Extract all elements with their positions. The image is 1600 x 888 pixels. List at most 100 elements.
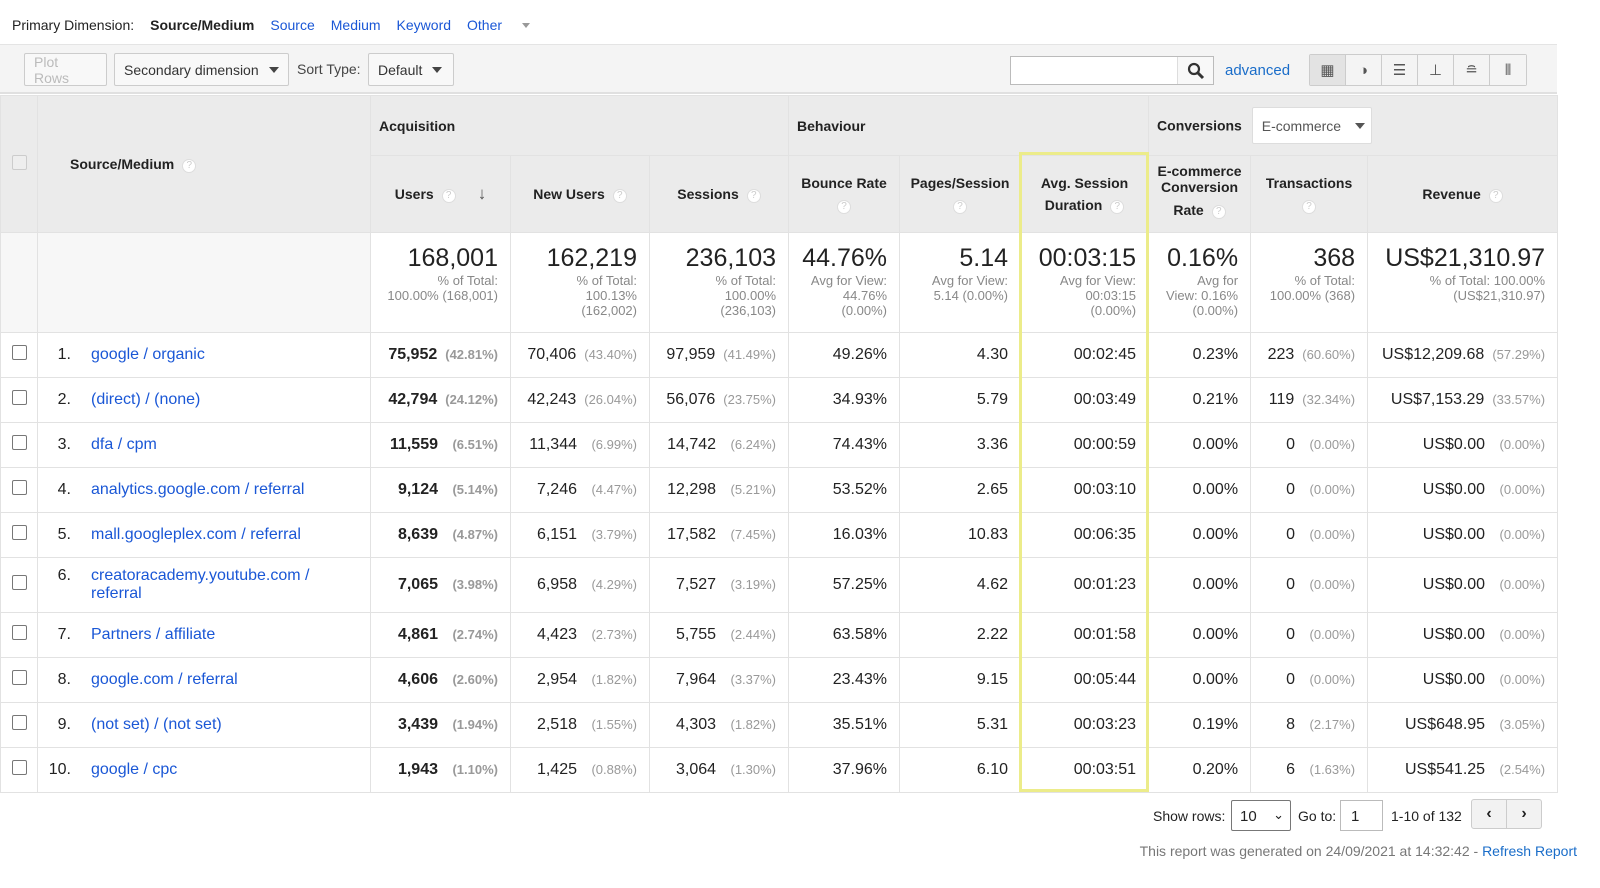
term-cloud-view-button[interactable]: ≘	[1454, 55, 1490, 85]
column-header-source-medium[interactable]: Source/Medium?	[37, 95, 371, 233]
table-search	[1010, 56, 1214, 85]
sessions-cell: 97,959 (41.49%)	[648, 332, 790, 378]
row-checkbox[interactable]	[11, 345, 27, 360]
help-icon[interactable]: ?	[182, 158, 197, 173]
transactions-value: 0	[1286, 526, 1296, 543]
row-number: 2.	[57, 391, 71, 408]
column-header-users[interactable]: Users? ↓	[370, 155, 511, 233]
percent-of-total: (0.00%)	[1499, 527, 1546, 542]
new-users-header-label: New Users	[533, 186, 605, 202]
advanced-filter-link[interactable]: advanced	[1225, 62, 1290, 79]
source-medium-link[interactable]: dfa / cpm	[91, 436, 351, 454]
select-all-checkbox[interactable]	[11, 155, 27, 170]
column-header-pages-session[interactable]: Pages/Session?	[899, 155, 1022, 233]
plot-rows-button[interactable]: Plot Rows	[24, 53, 107, 86]
help-icon[interactable]: ?	[746, 189, 761, 203]
conversion-rate-cell: 0.21%	[1148, 377, 1252, 423]
users-cell: 4,861 (2.74%)	[370, 612, 511, 658]
column-header-sessions[interactable]: Sessions?	[648, 155, 790, 233]
performance-view-button[interactable]: ☰	[1382, 55, 1418, 85]
column-header-revenue[interactable]: Revenue?	[1367, 155, 1559, 233]
row-checkbox[interactable]	[11, 760, 27, 775]
help-icon[interactable]: ?	[1110, 200, 1125, 214]
search-input[interactable]	[1011, 57, 1176, 84]
next-page-button[interactable]: ›	[1507, 800, 1541, 828]
help-icon[interactable]: ?	[1302, 200, 1317, 214]
dimension-source-link[interactable]: Source	[270, 17, 314, 33]
users-cell: 4,606 (2.60%)	[370, 657, 511, 703]
percent-of-total: (57.29%)	[1492, 347, 1546, 362]
row-checkbox[interactable]	[11, 625, 27, 640]
row-checkbox[interactable]	[11, 525, 27, 540]
avg-session-duration-cell: 00:06:35	[1020, 512, 1150, 558]
source-medium-link[interactable]: google / organic	[91, 346, 351, 364]
bounce-rate-value: 35.51%	[832, 716, 888, 733]
sort-type-dropdown[interactable]: Default	[368, 53, 454, 86]
dimension-other-dropdown[interactable]: Other	[467, 17, 531, 33]
sort-type-value: Default	[378, 61, 423, 78]
help-icon[interactable]: ?	[1211, 205, 1226, 219]
source-medium-link[interactable]: Partners / affiliate	[91, 626, 351, 644]
conversion-rate-cell: 0.23%	[1148, 332, 1252, 378]
dimension-keyword-link[interactable]: Keyword	[397, 17, 451, 33]
row-checkbox[interactable]	[11, 435, 27, 450]
pages-session-value: 9.15	[976, 671, 1009, 688]
source-medium-link[interactable]: analytics.google.com / referral	[91, 481, 351, 499]
column-header-new-users[interactable]: New Users?	[510, 155, 650, 233]
table-view-button[interactable]: ▦	[1310, 55, 1346, 85]
chevron-down-icon	[432, 66, 443, 78]
column-header-avg-session-duration[interactable]: Avg. Session Duration?	[1020, 155, 1150, 233]
pie-view-button[interactable]: ◑	[1346, 55, 1382, 85]
prev-page-button[interactable]: ‹	[1472, 800, 1507, 828]
total-value: US$21,310.97	[1385, 244, 1546, 272]
secondary-dimension-dropdown[interactable]: Secondary dimension	[114, 53, 289, 86]
source-medium-link[interactable]: mall.googleplex.com / referral	[91, 526, 351, 544]
source-medium-header-label: Source/Medium	[70, 155, 175, 172]
help-icon[interactable]: ?	[953, 200, 968, 214]
users-value: 7,065	[397, 576, 438, 593]
group-conversions: Conversions E-commerce	[1148, 95, 1559, 156]
avg-session-duration-cell: 00:03:10	[1020, 467, 1150, 513]
sort-arrow-down-icon[interactable]: ↓	[478, 184, 487, 203]
checkbox-cell	[0, 467, 38, 513]
users-value: 9,124	[397, 481, 438, 498]
show-rows-select[interactable]: 10 ⌄	[1231, 800, 1291, 831]
source-medium-link[interactable]: (not set) / (not set)	[91, 716, 351, 734]
comparison-view-button[interactable]: ⊥	[1418, 55, 1454, 85]
row-checkbox[interactable]	[11, 670, 27, 685]
conversion-rate-value: 0.00%	[1192, 671, 1239, 688]
row-checkbox[interactable]	[11, 575, 27, 590]
search-button[interactable]	[1177, 57, 1213, 84]
pages-session-value: 4.62	[976, 576, 1009, 593]
source-medium-link[interactable]: (direct) / (none)	[91, 391, 351, 409]
transactions-value: 6	[1286, 761, 1296, 778]
help-icon[interactable]: ?	[1488, 189, 1503, 203]
column-header-transactions[interactable]: Transactions?	[1250, 155, 1369, 233]
row-checkbox[interactable]	[11, 480, 27, 495]
row-checkbox[interactable]	[11, 390, 27, 405]
column-header-bounce-rate[interactable]: Bounce Rate?	[788, 155, 901, 233]
row-checkbox[interactable]	[11, 715, 27, 730]
total-subtext: (0.00%)	[1192, 303, 1239, 318]
goto-input[interactable]: 1	[1340, 800, 1383, 831]
help-icon[interactable]: ?	[837, 200, 852, 214]
help-icon[interactable]: ?	[612, 189, 627, 203]
percent-of-total: (33.57%)	[1492, 392, 1546, 407]
conversions-select[interactable]: E-commerce	[1251, 107, 1372, 144]
percent-of-total: (24.12%)	[445, 392, 498, 407]
pivot-view-button[interactable]: ⦀	[1490, 55, 1526, 85]
conversion-rate-value: 0.20%	[1192, 761, 1239, 778]
source-medium-link[interactable]: creatoracademy.youtube.com / referral	[91, 567, 351, 603]
new-users-cell: 1,425 (0.88%)	[510, 747, 650, 793]
conversion-rate-cell: 0.00%	[1148, 612, 1252, 658]
refresh-report-link[interactable]: Refresh Report	[1482, 843, 1577, 859]
row-number: 4.	[57, 481, 71, 498]
dimension-medium-link[interactable]: Medium	[331, 17, 381, 33]
avg-session-duration-value: 00:03:23	[1073, 716, 1137, 733]
help-icon[interactable]: ?	[441, 189, 456, 203]
column-header-conversion-rate[interactable]: E-commerce Conversion Rate?	[1148, 155, 1252, 233]
conversion-rate-value: 0.00%	[1192, 436, 1239, 453]
checkbox-cell	[0, 612, 38, 658]
source-medium-link[interactable]: google / cpc	[91, 761, 351, 779]
source-medium-link[interactable]: google.com / referral	[91, 671, 351, 689]
